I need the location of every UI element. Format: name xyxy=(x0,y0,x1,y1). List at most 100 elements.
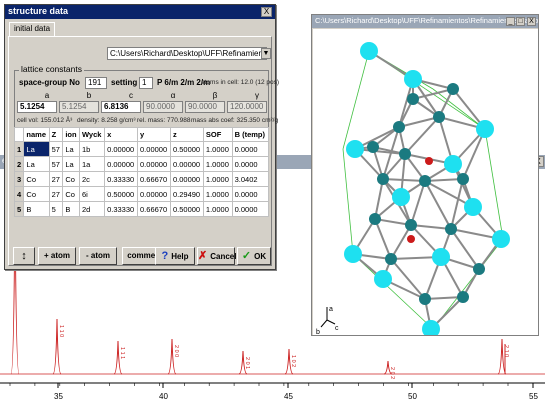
cancel-button[interactable]: ✗ Cancel xyxy=(197,247,236,265)
file-path-select[interactable]: C:\Users\Richard\Desktop\UFF\Refinamient… xyxy=(107,47,267,60)
remove-atom-button[interactable]: - atom xyxy=(79,247,117,265)
table-cell[interactable]: 0.00000 xyxy=(104,141,139,157)
table-row[interactable]: 4 Co 27 Co 6i 0.50000 0.00000 0.29490 1.0000 0.00… xyxy=(13,186,270,202)
help-button[interactable]: ? Help xyxy=(155,247,195,265)
table-cell[interactable]: 57 xyxy=(48,141,64,157)
table-cell[interactable]: 0.00000 xyxy=(169,171,204,187)
table-cell[interactable]: 6i xyxy=(78,186,106,202)
table-cell[interactable]: 0.0000 xyxy=(231,156,270,172)
table-cell[interactable]: B xyxy=(62,201,80,217)
table-cell[interactable]: Co xyxy=(62,171,80,187)
maximize-button[interactable]: □ xyxy=(516,17,525,26)
table-cell[interactable]: 0.00000 xyxy=(137,156,171,172)
crystal-viewer-window: C:\Users\Richard\Desktop\UFF\Refinamient… xyxy=(311,14,539,336)
table-cell[interactable]: Co xyxy=(23,186,50,202)
table-cell[interactable]: 1b xyxy=(78,141,106,157)
table-header-cell: y xyxy=(137,127,171,142)
table-cell[interactable]: 0.66670 xyxy=(137,201,171,217)
cobalt-atom xyxy=(393,121,405,133)
table-cell[interactable]: 27 xyxy=(48,171,64,187)
table-cell[interactable]: 1a xyxy=(78,156,106,172)
table-row[interactable]: 2 La 57 La 1a 0.00000 0.00000 0.00000 1.0000 0.00… xyxy=(13,156,270,172)
table-header-cell: ion xyxy=(62,127,80,142)
table-cell[interactable]: 1.0000 xyxy=(202,156,233,172)
peak-index-label: 2 0 2 xyxy=(389,367,395,379)
table-cell[interactable]: 0.0000 xyxy=(231,201,270,217)
viewer-titlebar[interactable]: C:\Users\Richard\Desktop\UFF\Refinamient… xyxy=(312,15,538,28)
structure-data-dialog: structure data X initial data C:\Users\R… xyxy=(4,4,280,270)
cobalt-atom xyxy=(473,263,485,275)
table-cell[interactable]: 1.0000 xyxy=(202,186,233,202)
viewer-close-button[interactable]: X xyxy=(527,17,536,26)
param-gamma-label: γ xyxy=(255,91,259,100)
table-cell[interactable]: La xyxy=(62,156,80,172)
table-cell[interactable]: 0.33330 xyxy=(104,171,139,187)
minimize-button[interactable]: _ xyxy=(506,17,515,26)
arrow-icon: ↕ xyxy=(21,250,27,262)
lanthanum-atom xyxy=(432,248,450,266)
table-row[interactable]: 5 B 5 B 2d 0.33330 0.66670 0.50000 1.0000 0.0000 xyxy=(13,201,270,217)
table-row[interactable]: 3 Co 27 Co 2c 0.33330 0.66670 0.00000 1.0000 3.04… xyxy=(13,171,270,187)
dialog-titlebar[interactable]: structure data xyxy=(5,5,275,19)
cobalt-atom xyxy=(447,83,459,95)
axis-tick-label: 40 xyxy=(159,392,168,401)
table-header-cell: Wyck xyxy=(78,127,106,142)
table-cell[interactable]: 0.29490 xyxy=(169,186,204,202)
lanthanum-atom xyxy=(404,70,422,88)
table-cell[interactable]: 2d xyxy=(78,201,106,217)
cobalt-atom xyxy=(377,173,389,185)
axis-a-label: a xyxy=(329,306,333,313)
table-cell[interactable]: La xyxy=(23,141,50,157)
atoms-in-cell-text: atoms in cell: 12.0 (12 pos) xyxy=(201,79,280,86)
table-cell[interactable]: B xyxy=(23,201,50,217)
table-cell[interactable]: 1.0000 xyxy=(202,171,233,187)
table-cell[interactable]: 1.0000 xyxy=(202,141,233,157)
param-a-input[interactable]: 5.1254 xyxy=(17,101,57,113)
row-number: 4 xyxy=(13,186,25,202)
peak-index-label: 2 0 1 xyxy=(244,357,250,369)
row-number: 1 xyxy=(13,141,25,157)
table-cell[interactable]: 0.00000 xyxy=(137,141,171,157)
table-header-cell: x xyxy=(104,127,139,142)
chevron-down-icon[interactable]: ▼ xyxy=(261,48,271,59)
param-alpha-input: 90.0000 xyxy=(143,101,183,113)
setting-input[interactable]: 1 xyxy=(139,77,153,89)
cobalt-atom xyxy=(385,253,397,265)
table-cell[interactable]: 0.0000 xyxy=(231,186,270,202)
axis-tick-label: 45 xyxy=(284,392,293,401)
param-b-input: 5.1254 xyxy=(59,101,99,113)
table-cell[interactable]: 57 xyxy=(48,156,64,172)
table-cell[interactable]: 5 xyxy=(48,201,64,217)
table-cell[interactable]: 0.0000 xyxy=(231,141,270,157)
add-atom-button[interactable]: + atom xyxy=(38,247,76,265)
table-cell[interactable]: La xyxy=(23,156,50,172)
table-cell[interactable]: 0.50000 xyxy=(169,141,204,157)
tab-initial-data[interactable]: initial data xyxy=(9,22,56,36)
atom-table[interactable]: name Zion Wyck x y z SOF B (temp) 1 La 57 La 1b 0.00… xyxy=(13,127,270,217)
table-cell[interactable]: 3.0402 xyxy=(231,171,270,187)
table-header-cell: SOF xyxy=(202,127,233,142)
table-cell[interactable]: 0.66670 xyxy=(137,171,171,187)
table-cell[interactable]: 2c xyxy=(78,171,106,187)
axis-tick-label: 50 xyxy=(408,392,417,401)
space-group-input[interactable]: 191 xyxy=(85,77,107,89)
table-cell[interactable]: 0.50000 xyxy=(169,201,204,217)
peak-index-label: 1 0 2 xyxy=(290,355,296,367)
rel-mass-text: rel. mass: 770.988 xyxy=(137,117,191,124)
atom-import-button[interactable]: ↕ xyxy=(13,247,35,265)
dialog-close-button[interactable]: X xyxy=(261,7,272,17)
table-cell[interactable]: 0.33330 xyxy=(104,201,139,217)
table-cell[interactable]: 27 xyxy=(48,186,64,202)
ok-button[interactable]: ✓ OK xyxy=(237,247,271,265)
table-cell[interactable]: 0.00000 xyxy=(169,156,204,172)
table-cell[interactable]: 0.00000 xyxy=(104,156,139,172)
table-cell[interactable]: 0.50000 xyxy=(104,186,139,202)
table-row[interactable]: 1 La 57 La 1b 0.00000 0.00000 0.50000 1.0000 0.00… xyxy=(13,141,270,157)
table-cell[interactable]: Co xyxy=(23,171,50,187)
table-cell[interactable]: 1.0000 xyxy=(202,201,233,217)
table-cell[interactable]: 0.00000 xyxy=(137,186,171,202)
table-cell[interactable]: La xyxy=(62,141,80,157)
param-c-input[interactable]: 6.8136 xyxy=(101,101,141,113)
table-cell[interactable]: Co xyxy=(62,186,80,202)
crystal-structure-view[interactable]: a b c xyxy=(313,29,538,335)
